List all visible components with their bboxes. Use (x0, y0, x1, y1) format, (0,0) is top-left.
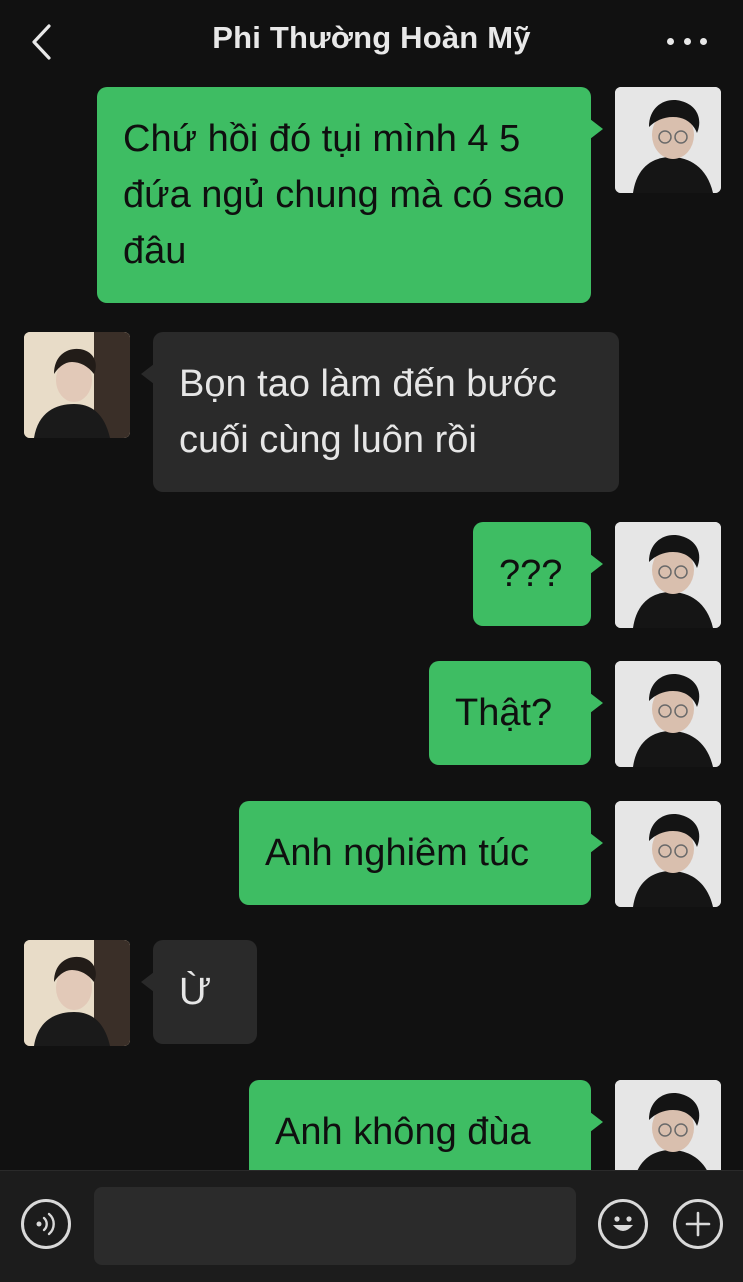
chat-title: Phi Thường Hoàn Mỹ (212, 20, 531, 55)
input-bar (0, 1170, 743, 1282)
avatar-self-image (615, 87, 721, 193)
emoji-icon (613, 1216, 633, 1231)
avatar-self[interactable] (615, 1080, 721, 1170)
avatar-other[interactable] (24, 940, 130, 1046)
emoji-button[interactable] (598, 1199, 648, 1249)
more-dots-icon (683, 37, 691, 45)
message-list[interactable]: Chứ hồi đó tụi mình 4 5 đứa ngủ chung mà… (0, 84, 743, 1170)
more-button[interactable] (667, 26, 707, 56)
avatar-self-image (615, 1080, 721, 1170)
message-bubble-self[interactable]: Thật? (429, 661, 603, 765)
chat-header: Phi Thường Hoàn Mỹ (0, 0, 743, 84)
message-bubble-self[interactable]: ??? (473, 522, 603, 626)
avatar-other[interactable] (24, 332, 130, 438)
avatar-self[interactable] (615, 661, 721, 767)
message-bubble-self[interactable]: Anh không đùa (249, 1080, 603, 1170)
message-bubble-self[interactable]: Anh nghiêm túc (239, 801, 603, 905)
avatar-other-image (24, 332, 130, 438)
avatar-other-image (24, 940, 130, 1046)
more-dots-icon (700, 37, 707, 45)
avatar-self-image (615, 801, 721, 907)
voice-icon (36, 1212, 55, 1236)
avatar-self-image (615, 661, 721, 767)
message-bubble-self[interactable]: Chứ hồi đó tụi mình 4 5 đứa ngủ chung mà… (97, 87, 603, 303)
avatar-self[interactable] (615, 522, 721, 628)
avatar-self[interactable] (615, 87, 721, 193)
more-dots-icon (667, 37, 674, 45)
message-bubble-other[interactable]: Ừ (141, 940, 257, 1044)
message-bubble-other[interactable]: Bọn tao làm đến bước cuối cùng luôn rồi (141, 332, 619, 492)
add-button[interactable] (673, 1199, 723, 1249)
avatar-self[interactable] (615, 801, 721, 907)
voice-button[interactable] (21, 1199, 71, 1249)
message-input[interactable] (94, 1187, 576, 1265)
avatar-self-image (615, 522, 721, 628)
plus-icon (685, 1211, 711, 1237)
